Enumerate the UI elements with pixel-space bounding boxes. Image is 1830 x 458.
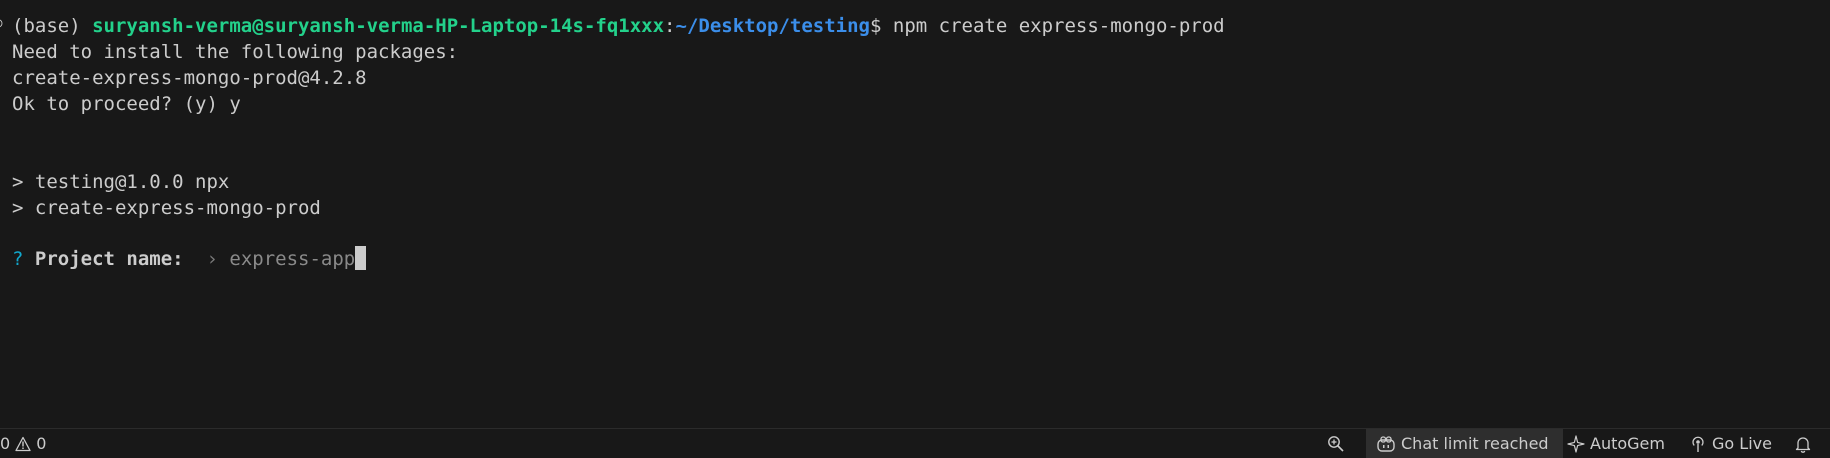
- project-name-input[interactable]: express-app: [229, 248, 355, 270]
- chat-status-label: Chat limit reached: [1401, 434, 1549, 453]
- sparkle-icon: [1567, 434, 1585, 453]
- chat-status-button[interactable]: Chat limit reached: [1366, 429, 1563, 458]
- warning-count: 0: [36, 434, 47, 453]
- terminal-edge-marker: ○: [0, 10, 2, 36]
- chevron-icon: ›: [206, 248, 218, 270]
- question-mark: ?: [12, 248, 24, 270]
- conda-env: (base): [12, 15, 81, 37]
- output-line: create-express-mongo-prod@4.2.8: [12, 67, 367, 89]
- output-line: > testing@1.0.0 npx: [12, 171, 230, 193]
- prompt-symbol: $: [869, 15, 882, 37]
- notifications-button[interactable]: [1794, 429, 1812, 458]
- broadcast-icon: [1689, 435, 1707, 453]
- working-directory: ~/Desktop/testing: [675, 15, 870, 37]
- terminal-panel[interactable]: ○ (base) suryansh-verma@suryansh-verma-H…: [0, 0, 1830, 428]
- error-count: 0: [0, 434, 11, 453]
- copilot-icon: [1376, 435, 1396, 453]
- go-live-button[interactable]: Go Live: [1689, 429, 1772, 458]
- go-live-label: Go Live: [1712, 434, 1772, 453]
- project-name-prompt[interactable]: ? Project name: › express-app: [12, 246, 367, 272]
- warning-icon: [15, 436, 31, 452]
- output-line: Need to install the following packages:: [12, 41, 459, 63]
- bell-icon: [1794, 435, 1812, 453]
- output-line: Ok to proceed? (y) y: [12, 93, 241, 115]
- problems-indicator[interactable]: 0 0: [0, 429, 46, 458]
- zoom-button[interactable]: [1327, 429, 1345, 458]
- status-bar: 0 0 Chat limit reached AutoGem Go Live: [0, 428, 1830, 458]
- terminal-prompt-line: (base) suryansh-verma@suryansh-verma-HP-…: [12, 13, 1225, 39]
- zoom-in-icon: [1327, 435, 1345, 453]
- prompt-separator: :: [664, 15, 676, 37]
- project-name-label: Project name:: [34, 248, 184, 270]
- terminal-cursor: [355, 246, 367, 270]
- command-text: npm create express-mongo-prod: [892, 15, 1225, 37]
- output-line: > create-express-mongo-prod: [12, 197, 321, 219]
- user-host: suryansh-verma@suryansh-verma-HP-Laptop-…: [92, 15, 665, 37]
- autogem-button[interactable]: AutoGem: [1567, 429, 1665, 458]
- autogem-label: AutoGem: [1590, 434, 1665, 453]
